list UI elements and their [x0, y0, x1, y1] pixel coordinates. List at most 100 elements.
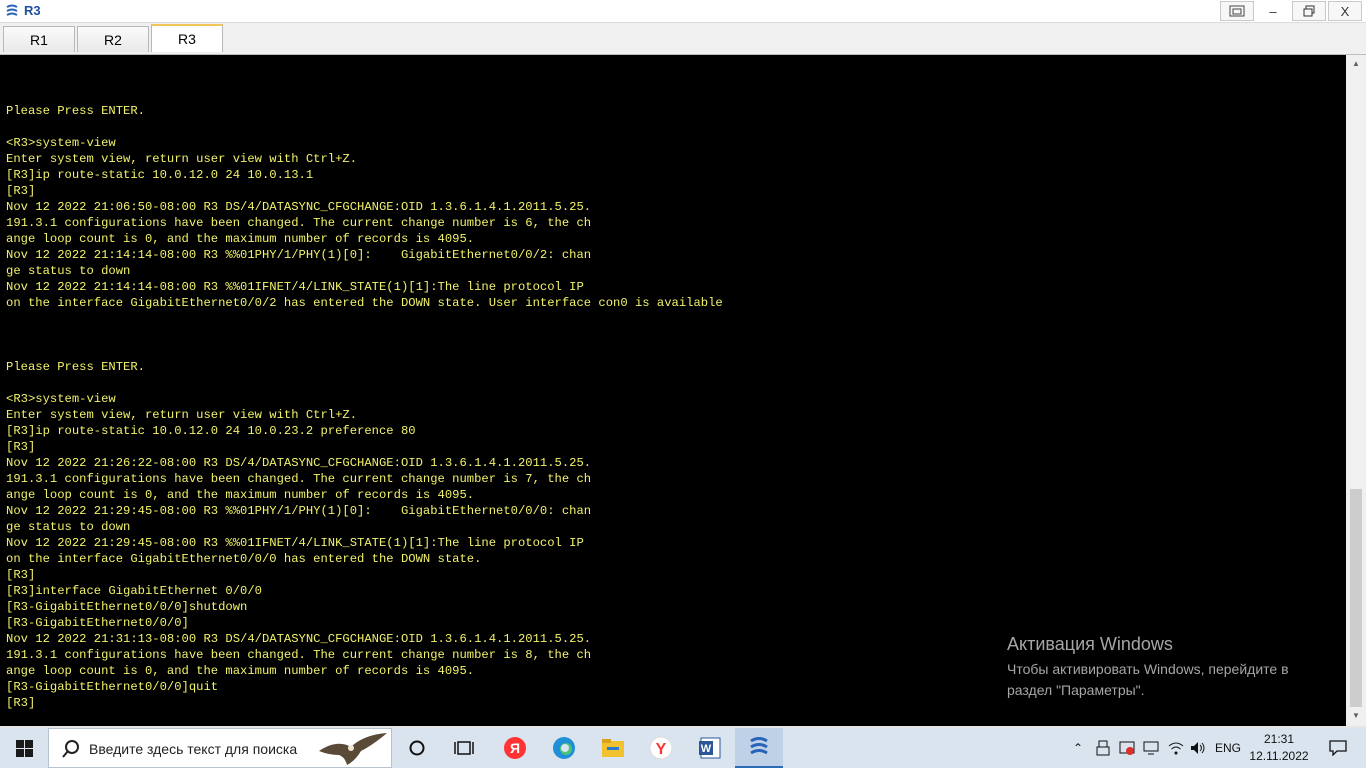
- terminal-line: <R3>system-view: [6, 392, 116, 406]
- file-explorer-button[interactable]: [589, 728, 637, 768]
- terminal-line: Enter system view, return user view with…: [6, 408, 358, 422]
- terminal-line: [R3-GigabitEthernet0/0/0]shutdown: [6, 600, 248, 614]
- tab-r2[interactable]: R2: [77, 26, 149, 52]
- display-icon: [1143, 741, 1159, 755]
- search-placeholder: Введите здесь текст для поиска: [89, 741, 298, 757]
- terminal-line: [R3]: [6, 696, 36, 710]
- terminal-line: Nov 12 2022 21:26:22-08:00 R3 DS/4/DATAS…: [6, 456, 592, 470]
- taskbar-search-box[interactable]: Введите здесь текст для поиска: [48, 728, 392, 768]
- activation-text: Чтобы активировать Windows, перейдите в …: [1007, 659, 1327, 701]
- minimize-button[interactable]: –: [1256, 1, 1290, 21]
- svg-text:Я: Я: [510, 740, 520, 756]
- terminal-line: ge status to down: [6, 264, 131, 278]
- terminal-line: 191.3.1 configurations have been changed…: [6, 216, 592, 230]
- chevron-up-icon: ⌃: [1072, 741, 1084, 755]
- tab-label: R3: [178, 31, 196, 47]
- windows-start-icon: [15, 739, 33, 757]
- clock-date: 12.11.2022: [1249, 749, 1309, 763]
- windows-activation-watermark: Активация Windows Чтобы активировать Win…: [1007, 634, 1327, 701]
- scroll-up-icon[interactable]: ▲: [1352, 59, 1360, 68]
- yandex-browser-button[interactable]: Y: [637, 728, 685, 768]
- ensp-app-icon: [6, 4, 18, 16]
- yandex-app-button[interactable]: Я: [491, 728, 539, 768]
- terminal-console[interactable]: Please Press ENTER. <R3>system-view Ente…: [0, 55, 1346, 726]
- terminal-output: Please Press ENTER. <R3>system-view Ente…: [6, 103, 723, 711]
- terminal-line: Nov 12 2022 21:14:14-08:00 R3 %%01IFNET/…: [6, 280, 584, 294]
- close-button[interactable]: X: [1328, 1, 1362, 21]
- ensp-icon: [750, 737, 768, 755]
- activation-title: Активация Windows: [1007, 634, 1173, 654]
- scrollbar-thumb[interactable]: [1350, 489, 1362, 707]
- usb-drive-icon: [1096, 740, 1110, 756]
- maximize-button[interactable]: [1292, 1, 1326, 21]
- terminal-line: ange loop count is 0, and the maximum nu…: [6, 232, 475, 246]
- svg-text:Y: Y: [656, 741, 667, 758]
- terminal-line: ge status to down: [6, 520, 131, 534]
- task-view-button-2[interactable]: [440, 728, 488, 768]
- file-explorer-icon: [602, 739, 624, 757]
- task-view-button[interactable]: [393, 728, 441, 768]
- edge-button[interactable]: [540, 728, 588, 768]
- tab-r3[interactable]: R3: [151, 24, 223, 52]
- security-center-icon: [1119, 741, 1135, 755]
- start-button[interactable]: [0, 728, 48, 768]
- title-bar: R3 – X: [0, 0, 1366, 23]
- terminal-line: [R3]interface GigabitEthernet 0/0/0: [6, 584, 262, 598]
- tray-volume[interactable]: [1188, 728, 1208, 768]
- terminal-line: ange loop count is 0, and the maximum nu…: [6, 488, 475, 502]
- terminal-line: [R3-GigabitEthernet0/0/0]quit: [6, 680, 219, 694]
- edge-icon: [553, 737, 575, 759]
- tray-security[interactable]: [1117, 728, 1137, 768]
- tray-clock[interactable]: 21:31 12.11.2022: [1246, 731, 1312, 765]
- svg-text:W: W: [701, 743, 712, 755]
- device-tab-strip: R1 R2 R3: [0, 23, 1366, 55]
- task-view-icon: [454, 741, 474, 755]
- ensp-taskbar-button[interactable]: [735, 728, 783, 768]
- tray-display[interactable]: [1141, 728, 1161, 768]
- minimize-icon: –: [1269, 3, 1277, 19]
- language-indicator: ENG: [1214, 741, 1241, 755]
- taskbar: Введите здесь текст для поиска Я Y W ⌃ E…: [0, 728, 1366, 768]
- notification-center-button[interactable]: [1320, 728, 1356, 768]
- terminal-line: <R3>system-view: [6, 136, 116, 150]
- tray-network[interactable]: [1166, 728, 1186, 768]
- yandex-browser-icon: Y: [649, 736, 673, 760]
- activation-line-2: раздел "Параметры".: [1007, 682, 1145, 698]
- terminal-line: Enter system view, return user view with…: [6, 152, 358, 166]
- show-hidden-icons-button[interactable]: ⌃: [1068, 728, 1088, 768]
- terminal-line: [R3]ip route-static 10.0.12.0 24 10.0.13…: [6, 168, 314, 182]
- activation-line-1: Чтобы активировать Windows, перейдите в: [1007, 661, 1289, 677]
- cortana-icon: [409, 740, 425, 756]
- terminal-line: on the interface GigabitEthernet0/0/2 ha…: [6, 296, 723, 310]
- wifi-icon: [1168, 742, 1184, 755]
- terminal-line: Nov 12 2022 21:29:45-08:00 R3 %%01PHY/1/…: [6, 504, 592, 518]
- terminal-line: Nov 12 2022 21:06:50-08:00 R3 DS/4/DATAS…: [6, 200, 592, 214]
- window-title: R3: [24, 3, 41, 18]
- window-controls: – X: [1218, 1, 1362, 21]
- close-icon: X: [1340, 3, 1350, 19]
- terminal-line: Nov 12 2022 21:14:14-08:00 R3 %%01PHY/1/…: [6, 248, 592, 262]
- tab-label: R1: [30, 31, 48, 48]
- terminal-line: [R3]ip route-static 10.0.12.0 24 10.0.23…: [6, 424, 416, 438]
- notification-icon: [1329, 740, 1347, 756]
- tab-r1[interactable]: R1: [3, 26, 75, 52]
- terminal-line: Please Press ENTER.: [6, 360, 145, 374]
- tray-language[interactable]: ENG: [1212, 728, 1244, 768]
- yandex-icon: Я: [504, 737, 526, 759]
- restore-layout-button[interactable]: [1220, 1, 1254, 21]
- terminal-line: 191.3.1 configurations have been changed…: [6, 648, 592, 662]
- speaker-icon: [1191, 742, 1205, 754]
- search-icon: [62, 740, 79, 758]
- terminal-line: [R3]: [6, 568, 36, 582]
- tab-label: R2: [104, 31, 122, 48]
- maximize-icon: [1303, 5, 1315, 17]
- terminal-line: [R3]: [6, 440, 36, 454]
- terminal-line: [R3]: [6, 184, 36, 198]
- word-button[interactable]: W: [686, 728, 734, 768]
- terminal-line: Nov 12 2022 21:31:13-08:00 R3 DS/4/DATAS…: [6, 632, 592, 646]
- tray-usb[interactable]: [1093, 728, 1113, 768]
- terminal-line: on the interface GigabitEthernet0/0/0 ha…: [6, 552, 482, 566]
- terminal-line: Please Press ENTER.: [6, 104, 145, 118]
- scroll-down-icon[interactable]: ▼: [1352, 711, 1360, 720]
- terminal-scrollbar[interactable]: ▲ ▼: [1346, 55, 1366, 726]
